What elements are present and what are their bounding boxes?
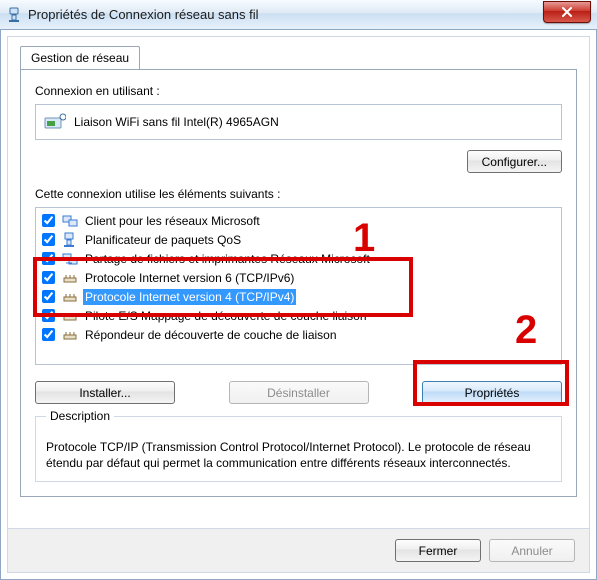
install-button[interactable]: Installer... bbox=[35, 381, 175, 404]
uninstall-button[interactable]: Désinstaller bbox=[229, 381, 369, 404]
components-list[interactable]: Client pour les réseaux Microsoft Planifi… bbox=[35, 207, 562, 365]
components-label: Cette connexion utilise les éléments sui… bbox=[35, 187, 562, 201]
tab-bar: Gestion de réseau bbox=[20, 45, 577, 69]
list-item-label: Partage de fichiers et imprimantes Résea… bbox=[83, 251, 372, 267]
adapter-box: Liaison WiFi sans fil Intel(R) 4965AGN bbox=[35, 104, 562, 140]
list-item[interactable]: Planificateur de paquets QoS bbox=[36, 230, 561, 249]
list-item-checkbox[interactable] bbox=[42, 252, 55, 265]
properties-button[interactable]: Propriétés bbox=[422, 381, 562, 404]
list-item[interactable]: Répondeur de découverte de couche de lia… bbox=[36, 325, 561, 344]
list-item[interactable]: Pilote E/S Mappage de découverte de couc… bbox=[36, 306, 561, 325]
titlebar[interactable]: Propriétés de Connexion réseau sans fil bbox=[0, 0, 597, 30]
share-icon bbox=[61, 251, 79, 267]
list-item-label: Client pour les réseaux Microsoft bbox=[83, 213, 262, 229]
list-item-label: Protocole Internet version 4 (TCP/IPv4) bbox=[83, 289, 296, 305]
dialog-inner: Gestion de réseau Connexion en utilisant… bbox=[7, 36, 590, 573]
list-item-checkbox[interactable] bbox=[42, 271, 55, 284]
driver-icon bbox=[61, 308, 79, 324]
list-item[interactable]: Client pour les réseaux Microsoft bbox=[36, 211, 561, 230]
configure-button[interactable]: Configurer... bbox=[467, 150, 562, 173]
description-text: Protocole TCP/IP (Transmission Control P… bbox=[46, 439, 551, 471]
dialog-footer: Fermer Annuler bbox=[8, 528, 589, 572]
list-item-checkbox[interactable] bbox=[42, 233, 55, 246]
qos-icon bbox=[61, 232, 79, 248]
close-button[interactable] bbox=[543, 1, 591, 23]
client-icon bbox=[61, 213, 79, 229]
dialog-body: Gestion de réseau Connexion en utilisant… bbox=[0, 30, 597, 580]
responder-icon bbox=[61, 327, 79, 343]
list-item-label: Protocole Internet version 6 (TCP/IPv6) bbox=[83, 270, 296, 286]
description-group: Description Protocole TCP/IP (Transmissi… bbox=[35, 416, 562, 482]
list-item[interactable]: Protocole Internet version 4 (TCP/IPv4) bbox=[36, 287, 561, 306]
protocol-icon bbox=[61, 289, 79, 305]
cancel-button[interactable]: Annuler bbox=[489, 539, 575, 562]
close-dialog-button[interactable]: Fermer bbox=[395, 539, 481, 562]
protocol-icon bbox=[61, 270, 79, 286]
app-icon bbox=[6, 7, 22, 23]
window-title: Propriétés de Connexion réseau sans fil bbox=[28, 7, 543, 22]
tab-pane: Connexion en utilisant : Liaison WiFi sa… bbox=[20, 69, 577, 497]
list-item-label: Pilote E/S Mappage de découverte de couc… bbox=[83, 308, 369, 324]
description-heading: Description bbox=[46, 409, 114, 423]
tab-network-management[interactable]: Gestion de réseau bbox=[20, 46, 140, 71]
dialog-window: Propriétés de Connexion réseau sans fil … bbox=[0, 0, 597, 580]
adapter-name: Liaison WiFi sans fil Intel(R) 4965AGN bbox=[74, 115, 279, 129]
list-item[interactable]: Partage de fichiers et imprimantes Résea… bbox=[36, 249, 561, 268]
list-item-checkbox[interactable] bbox=[42, 290, 55, 303]
list-item-label: Planificateur de paquets QoS bbox=[83, 232, 243, 248]
list-item-label: Répondeur de découverte de couche de lia… bbox=[83, 327, 339, 343]
adapter-icon bbox=[44, 112, 66, 132]
adapter-label: Connexion en utilisant : bbox=[35, 84, 562, 98]
list-item-checkbox[interactable] bbox=[42, 309, 55, 322]
close-icon bbox=[561, 7, 573, 17]
list-item[interactable]: Protocole Internet version 6 (TCP/IPv6) bbox=[36, 268, 561, 287]
list-item-checkbox[interactable] bbox=[42, 214, 55, 227]
list-item-checkbox[interactable] bbox=[42, 328, 55, 341]
